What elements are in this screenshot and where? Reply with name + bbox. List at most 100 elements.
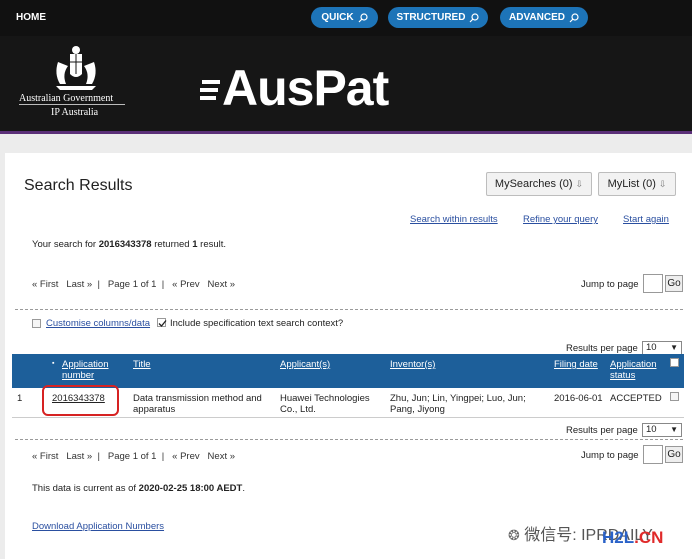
results-table-header: ▪ Application number Title Applicant(s) …	[12, 354, 684, 388]
column-application-number[interactable]: Application number	[62, 359, 108, 381]
checkmark-icon	[158, 320, 167, 327]
rpp-value-bottom: 10	[646, 424, 657, 435]
mylist-button[interactable]: MyList (0) ⇩	[598, 172, 676, 196]
site-watermark-part-b: .CN	[634, 528, 664, 547]
search-icon	[470, 12, 480, 22]
advanced-label: ADVANCED	[509, 12, 565, 23]
summary-suffix: result.	[197, 239, 227, 250]
row-title-line1: Data transmission method and	[133, 393, 262, 404]
column-filing-date[interactable]: Filing date	[554, 359, 598, 370]
mysearches-button[interactable]: MySearches (0) ⇩	[486, 172, 592, 196]
results-per-page-select-bottom[interactable]: 10 ▼	[642, 423, 682, 437]
column-app-num-line2: number	[62, 370, 95, 381]
refine-query-link[interactable]: Refine your query	[523, 214, 598, 225]
home-link[interactable]: HOME	[16, 12, 46, 23]
pager-bottom: « First Last » | Page 1 of 1 | « Prev Ne…	[32, 451, 236, 462]
divider	[15, 309, 683, 310]
row-index: 1	[17, 393, 23, 404]
top-nav-bar: HOME QUICK STRUCTURED ADVANCED	[0, 0, 692, 36]
row-select-checkbox[interactable]	[670, 392, 679, 401]
search-icon	[358, 12, 368, 22]
jump-to-page-input[interactable]	[643, 274, 663, 293]
search-icon	[569, 12, 579, 22]
row-status: ACCEPTED	[610, 393, 662, 404]
row-inventor-line1: Zhu, Jun; Lin, Yingpei; Luo, Jun;	[390, 393, 526, 404]
quick-search-button[interactable]: QUICK	[311, 7, 378, 28]
column-title[interactable]: Title	[133, 359, 151, 370]
row-applicant-line1: Huawei Technologies	[280, 393, 370, 404]
pager-prev[interactable]: « Prev	[172, 451, 199, 462]
logo-text: AusPat	[222, 60, 389, 116]
customise-toggle-icon[interactable]	[32, 319, 41, 328]
search-summary: Your search for 2016343378 returned 1 re…	[32, 239, 226, 250]
pager-next[interactable]: Next »	[208, 279, 235, 290]
site-watermark: H2L.CN	[602, 528, 663, 548]
include-spec-checkbox[interactable]	[157, 318, 167, 327]
start-again-link[interactable]: Start again	[623, 214, 669, 225]
logo-stripes-icon	[200, 80, 220, 100]
structured-search-button[interactable]: STRUCTURED	[388, 7, 488, 28]
pager-next[interactable]: Next »	[208, 451, 235, 462]
go-button-bottom[interactable]: Go	[665, 446, 683, 463]
summary-prefix: Your search for	[32, 239, 99, 250]
auspat-logo[interactable]: AusPat	[200, 60, 389, 116]
jump-to-page-label: Jump to page	[581, 279, 639, 290]
row-applicant: Huawei Technologies Co., Ltd.	[280, 393, 370, 415]
pager-last[interactable]: Last »	[66, 279, 92, 290]
highlight-annotation	[42, 385, 119, 416]
pager-prev[interactable]: « Prev	[172, 279, 199, 290]
go-button[interactable]: Go	[665, 275, 683, 292]
row-inventor: Zhu, Jun; Lin, Yingpei; Luo, Jun; Pang, …	[390, 393, 526, 415]
wechat-icon: ❂	[508, 527, 520, 543]
coat-of-arms-icon	[56, 46, 96, 90]
arrow-down-icon: ⇩	[658, 178, 667, 189]
advanced-search-button[interactable]: ADVANCED	[500, 7, 588, 28]
column-status-line2: status	[610, 370, 636, 381]
currency-prefix: This data is current as of	[32, 483, 139, 494]
column-inventor[interactable]: Inventor(s)	[390, 359, 435, 370]
customise-columns-link[interactable]: Customise columns/data	[46, 318, 150, 329]
jump-to-page-input-bottom[interactable]	[643, 445, 663, 464]
row-filing-date: 2016-06-01	[554, 393, 603, 404]
pager-last[interactable]: Last »	[66, 451, 92, 462]
quick-label: QUICK	[321, 12, 354, 23]
summary-middle: returned	[151, 239, 193, 250]
data-currency-note: This data is current as of 2020-02-25 18…	[32, 483, 245, 494]
mysearches-label: MySearches (0)	[494, 178, 573, 190]
results-per-page-select[interactable]: 10 ▼	[642, 341, 682, 355]
include-spec-label: Include specification text search contex…	[170, 318, 344, 329]
arrow-down-icon: ⇩	[575, 178, 584, 189]
pager-page-info: Page 1 of 1	[107, 279, 157, 290]
currency-date: 2020-02-25 18:00 AEDT	[138, 483, 243, 494]
pager-first[interactable]: « First	[32, 451, 58, 462]
pager-first[interactable]: « First	[32, 279, 58, 290]
chevron-down-icon: ▼	[670, 425, 678, 434]
currency-suffix: .	[242, 483, 245, 494]
download-application-numbers-link[interactable]: Download Application Numbers	[32, 521, 164, 532]
government-name: Australian Government	[19, 93, 114, 104]
search-within-results-link[interactable]: Search within results	[410, 214, 498, 225]
results-per-page-label: Results per page	[566, 343, 638, 354]
column-application-status[interactable]: Application status	[610, 359, 656, 381]
column-applicant[interactable]: Applicant(s)	[280, 359, 330, 370]
column-status-line1: Application	[610, 359, 657, 370]
page-title: Search Results	[24, 177, 133, 194]
chevron-down-icon: ▼	[670, 343, 678, 352]
pager-top: « First Last » | Page 1 of 1 | « Prev Ne…	[32, 279, 236, 290]
agency-name: IP Australia	[51, 107, 99, 118]
row-applicant-line2: Co., Ltd.	[280, 404, 316, 415]
mylist-label: MyList (0)	[607, 178, 656, 190]
pager-page-info: Page 1 of 1	[107, 451, 157, 462]
sort-indicator-icon: ▪	[52, 360, 55, 367]
summary-query: 2016343378	[98, 239, 152, 250]
results-per-page-label-bottom: Results per page	[566, 425, 638, 436]
divider	[15, 439, 683, 440]
site-watermark-part-a: H2L	[602, 528, 635, 547]
row-title: Data transmission method and apparatus	[133, 393, 262, 415]
structured-label: STRUCTURED	[396, 12, 466, 23]
rpp-value: 10	[646, 342, 657, 353]
row-inventor-line2: Pang, Jiyong	[390, 404, 445, 415]
select-all-checkbox[interactable]	[670, 358, 679, 367]
government-divider	[19, 104, 125, 105]
column-app-num-line1: Application	[62, 359, 109, 370]
